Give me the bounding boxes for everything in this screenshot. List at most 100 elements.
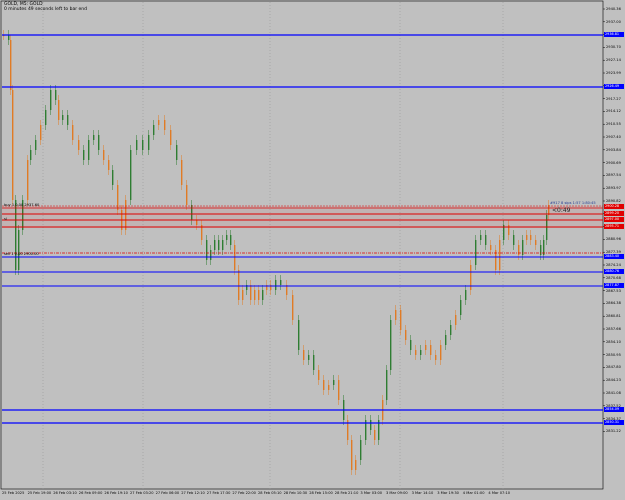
candle-body [530, 235, 532, 240]
candle-body [430, 345, 432, 355]
candle-body [27, 160, 29, 200]
candle-body [181, 160, 183, 185]
candle-body [540, 245, 542, 255]
candle-body [318, 370, 320, 380]
time-tick-label: 28 Feb 15:00 [309, 491, 333, 495]
time-tick-label: 27 Feb 06:00 [155, 491, 180, 495]
candle-body [242, 290, 244, 300]
candle-body [262, 290, 264, 300]
price-tick-label: 2844.23 [606, 378, 621, 383]
price-level-box: 2895.71 [604, 223, 624, 229]
candle-body [485, 235, 487, 245]
time-tick-label: 27 Feb 17:30 [206, 491, 231, 495]
candle-body [425, 345, 427, 350]
candle-body [333, 380, 335, 385]
price-tick-label: 2907.40 [606, 135, 621, 139]
candle-body [292, 295, 294, 320]
price-tick-label: 2930.70 [606, 45, 621, 50]
price-level-box: 2899.20 [604, 210, 624, 216]
candle-body [238, 270, 240, 300]
candle-body [440, 345, 442, 360]
bar-countdown: <0:49 [552, 207, 571, 214]
candle-body [455, 315, 457, 325]
candle-body [323, 380, 325, 390]
price-level-box: 2877.87 [604, 282, 624, 288]
candle-body [254, 290, 256, 300]
candle-body [112, 170, 114, 185]
candle-body [72, 125, 74, 140]
candle-body [98, 135, 100, 150]
candle-body [176, 145, 178, 160]
candle-body [35, 140, 37, 150]
price-tick-label: 2867.53 [606, 288, 621, 293]
candle-body [526, 235, 528, 240]
candle-body [218, 240, 220, 250]
price-tick-label: 2910.55 [606, 122, 621, 127]
candle-body [153, 125, 155, 135]
candle-body [58, 100, 60, 120]
candle-body [355, 460, 357, 470]
candle-body [62, 115, 64, 120]
candle-body [360, 440, 362, 460]
candle-body [88, 140, 90, 160]
candle-body [420, 350, 422, 355]
trade-order-label: #917 8 sips 1:57 1:80:45 [550, 201, 596, 205]
candle-body [18, 230, 20, 270]
candle-body [445, 335, 447, 345]
candle-body [308, 355, 310, 360]
time-tick-label: 27 Feb 22:00 [232, 491, 256, 495]
candle-body [480, 235, 482, 240]
price-tick-label: 2903.84 [606, 147, 621, 152]
sell-level-label: sell 1 0.00 2900.00 [4, 252, 39, 256]
candle-body [45, 110, 47, 125]
candle-body [222, 240, 224, 250]
candle-body [513, 235, 515, 245]
candle-body [275, 280, 277, 290]
time-tick-label: 27 Feb 12:10 [181, 491, 205, 495]
candle-body [40, 125, 42, 140]
time-tick-label: 27 Feb 03:20 [130, 491, 154, 495]
price-chart-canvas[interactable] [0, 0, 625, 500]
time-tick-label: 25 Feb 19:00 [27, 491, 52, 495]
candle-body [374, 430, 376, 440]
time-tick-label: 28 Feb 10:30 [283, 491, 308, 495]
candle-body [170, 130, 172, 145]
resistance-zone [2, 206, 603, 228]
candle-body [415, 350, 417, 355]
candle-body [386, 370, 388, 400]
candle-body [298, 320, 300, 350]
price-tick-label: 2841.08 [606, 391, 621, 395]
candle-body [158, 120, 160, 125]
price-tick-label: 2897.54 [606, 173, 621, 178]
time-tick-label: 28 Feb 05:10 [258, 491, 282, 495]
price-tick-label: 2940.36 [606, 7, 621, 11]
candle-body [490, 245, 492, 250]
candle-body [186, 185, 188, 205]
candle-body [390, 320, 392, 370]
time-tick-label: 26 Feb 03:10 [53, 491, 77, 495]
price-tick-label: 2854.10 [606, 339, 621, 344]
candle-body [338, 380, 340, 400]
price-level-box: 2897.00 [604, 216, 624, 222]
candle-body [93, 135, 95, 140]
candle-body [30, 150, 32, 160]
price-tick-label: 2893.97 [606, 186, 621, 191]
price-tick-label: 2864.38 [606, 301, 621, 306]
chart-window[interactable]: GOLD, M5: GOLD 0 minutes 49 seconds left… [0, 0, 625, 500]
candle-body [475, 240, 477, 265]
candle-body [280, 280, 282, 285]
candle-body [214, 240, 216, 250]
candle-body [313, 355, 315, 370]
candle-body [405, 330, 407, 340]
price-tick-label: 2900.69 [606, 160, 621, 165]
candle-body [328, 385, 330, 390]
price-tick-label: 2870.68 [606, 275, 621, 280]
time-tick-label: 3 Mar 19:30 [437, 491, 459, 495]
price-tick-label: 2847.80 [606, 365, 621, 370]
price-level-box: 2936.81 [604, 31, 624, 37]
levels-layer [2, 34, 603, 424]
price-tick-label: 2874.24 [606, 263, 621, 267]
time-tick-label: 26 Feb 19:10 [104, 491, 128, 495]
candle-body [460, 300, 462, 315]
candle-body [226, 235, 228, 240]
